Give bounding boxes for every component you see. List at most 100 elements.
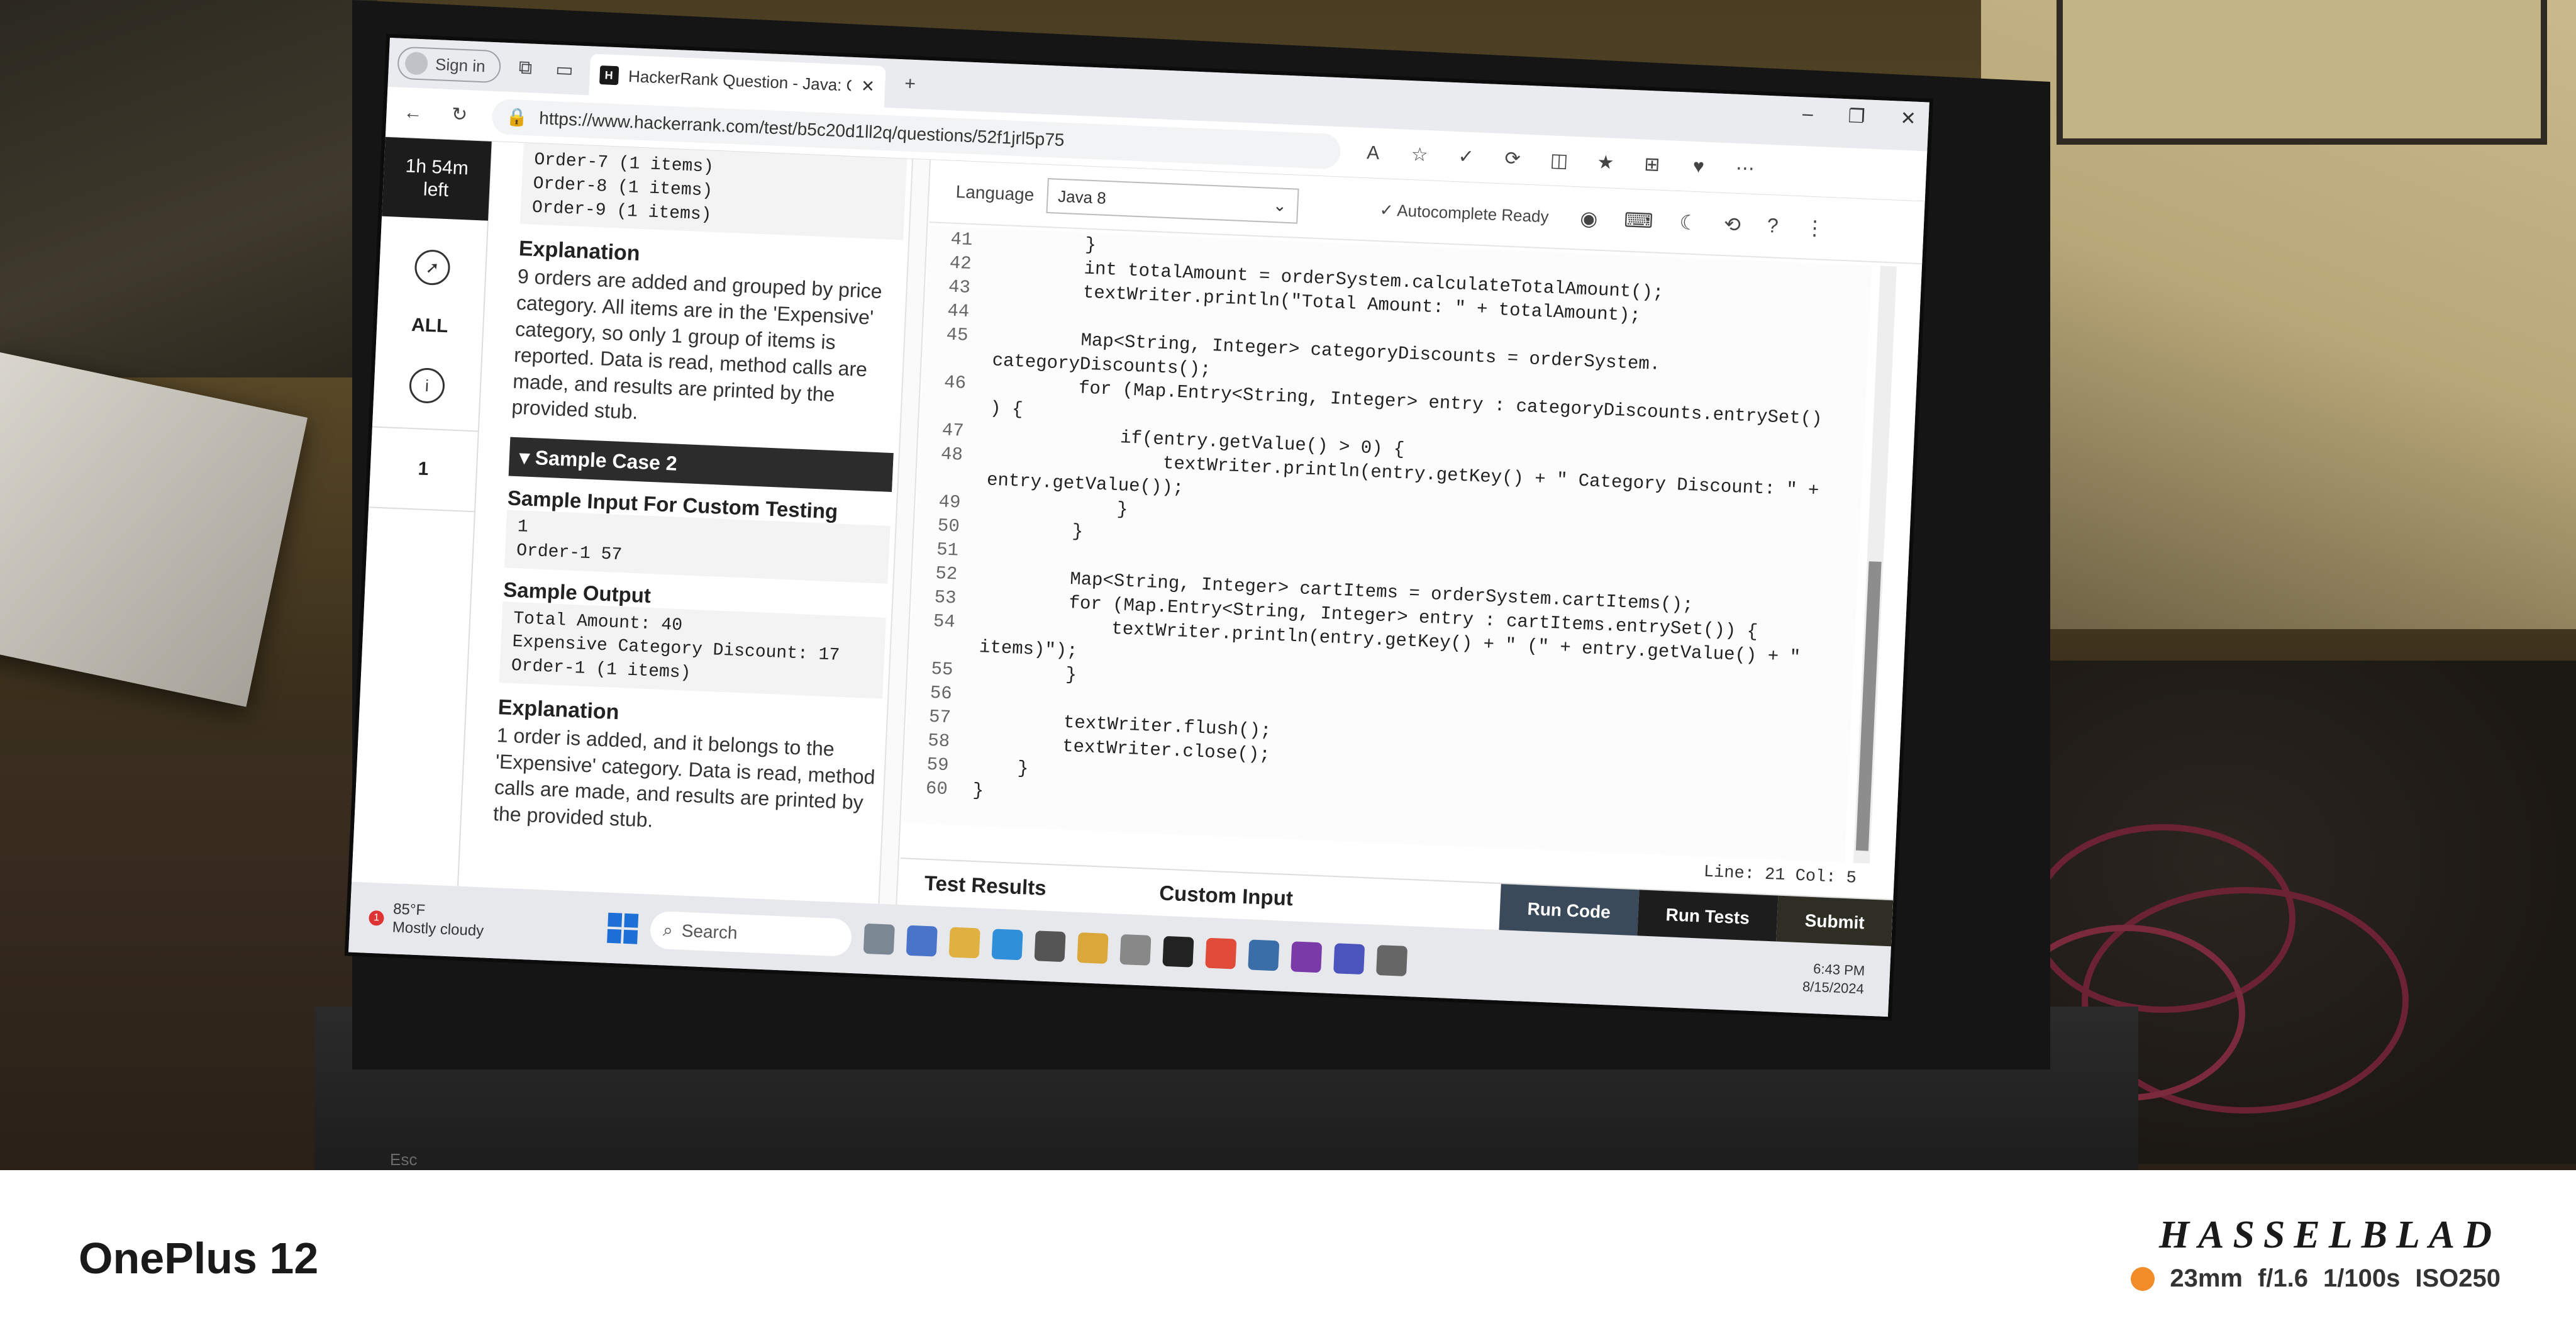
clock-date: 8/15/2024 bbox=[1802, 978, 1865, 997]
extension-icon[interactable]: ✓ bbox=[1452, 142, 1480, 171]
taskbar-search[interactable]: ⌕ Search bbox=[649, 910, 853, 957]
new-tab-icon[interactable]: + bbox=[896, 70, 924, 99]
collections-icon[interactable]: ⊞ bbox=[1638, 150, 1667, 179]
split-screen-icon[interactable]: ◫ bbox=[1545, 147, 1574, 176]
sample-case-2-toggle[interactable]: ▾ Sample Case 2 bbox=[508, 437, 894, 493]
line-number: 43 bbox=[948, 276, 971, 298]
orange-dot-icon bbox=[2131, 1266, 2155, 1291]
restore-icon[interactable]: ❐ bbox=[1848, 105, 1865, 128]
line-number: 51 bbox=[936, 539, 959, 561]
language-value: Java 8 bbox=[1057, 186, 1107, 208]
file-explorer-icon[interactable] bbox=[948, 927, 980, 959]
custom-input-tab[interactable]: Custom Input bbox=[1159, 881, 1294, 910]
favorites-icon[interactable]: ★ bbox=[1591, 148, 1620, 177]
notepad-icon[interactable] bbox=[1376, 945, 1408, 976]
shutter-speed: 1/100s bbox=[2323, 1265, 2401, 1292]
refresh-icon[interactable]: ↻ bbox=[445, 100, 474, 129]
more-vertical-icon[interactable]: ⋮ bbox=[1804, 215, 1826, 240]
refresh-ext-icon[interactable]: ⟳ bbox=[1498, 145, 1527, 174]
eye-icon[interactable]: ◉ bbox=[1580, 206, 1599, 231]
signin-label: Sign in bbox=[435, 54, 486, 75]
prev-output-box: Order-7 (1 items) Order-8 (1 items) Orde… bbox=[519, 143, 908, 240]
code-area[interactable]: 41 } 42 int totalAmount = orderSystem.cal… bbox=[902, 226, 1872, 863]
store-icon[interactable] bbox=[1034, 930, 1066, 963]
info-icon[interactable]: i bbox=[408, 367, 446, 405]
browser-essentials-icon[interactable]: ♥ bbox=[1684, 152, 1713, 181]
run-tests-button[interactable]: Run Tests bbox=[1637, 890, 1779, 943]
line-number: 55 bbox=[930, 658, 954, 680]
line-number: 46 bbox=[943, 371, 967, 394]
windows-start-icon[interactable] bbox=[607, 912, 639, 944]
keyboard-icon[interactable]: ⌨ bbox=[1623, 208, 1654, 233]
search-icon: ⌕ bbox=[662, 919, 674, 940]
system-clock[interactable]: 6:43 PM 8/15/2024 bbox=[1802, 960, 1865, 998]
temperature: 85°F bbox=[392, 900, 426, 919]
line-number bbox=[921, 405, 990, 408]
app-icon[interactable] bbox=[1162, 935, 1194, 968]
back-icon[interactable]: ← bbox=[399, 98, 428, 127]
line-number: 44 bbox=[947, 300, 970, 322]
taskbar-app-icon[interactable] bbox=[863, 923, 895, 955]
window-frame bbox=[2057, 0, 2547, 145]
cursor-position: Line: 21 Col: 5 bbox=[1703, 863, 1857, 888]
line-number: 49 bbox=[938, 491, 962, 513]
sample-case-title: Sample Case 2 bbox=[535, 446, 678, 475]
autocomplete-status: ✓ Autocomplete Ready bbox=[1379, 199, 1550, 226]
line-number: 42 bbox=[949, 252, 972, 274]
minimize-icon[interactable]: – bbox=[1802, 103, 1813, 126]
problem-panel: Order-7 (1 items) Order-8 (1 items) Orde… bbox=[471, 142, 908, 904]
submit-button[interactable]: Submit bbox=[1776, 895, 1894, 948]
chevron-down-icon: ⌄ bbox=[1272, 195, 1287, 215]
more-menu-icon[interactable]: ⋯ bbox=[1731, 154, 1760, 183]
explanation-text: 9 orders are added and grouped by price … bbox=[511, 265, 883, 424]
weather-text: 85°F Mostly cloudy bbox=[392, 901, 485, 941]
read-aloud-icon[interactable]: A bbox=[1358, 138, 1387, 167]
editor-tools: ◉ ⌨ ☾ ⟲ ? ⋮ bbox=[1580, 206, 1826, 240]
compass-icon[interactable]: ➚ bbox=[414, 249, 451, 286]
code-text: } bbox=[973, 756, 1030, 779]
code-text: } bbox=[972, 779, 984, 801]
language-label: Language bbox=[955, 181, 1035, 205]
test-results-tab[interactable]: Test Results bbox=[924, 871, 1046, 900]
language-select[interactable]: Java 8 ⌄ bbox=[1045, 177, 1299, 224]
line-number: 54 bbox=[933, 610, 956, 632]
weather-widget[interactable]: 1 85°F Mostly cloudy bbox=[368, 900, 596, 946]
code-text: } bbox=[977, 660, 1077, 686]
history-icon[interactable]: ⟲ bbox=[1723, 212, 1741, 237]
favorite-star-icon[interactable]: ☆ bbox=[1405, 140, 1434, 169]
hackerrank-favicon-icon: H bbox=[599, 65, 619, 86]
scrollbar-thumb[interactable] bbox=[1855, 561, 1882, 851]
line-number: 59 bbox=[926, 754, 950, 776]
run-code-button[interactable]: Run Code bbox=[1499, 884, 1640, 937]
line-number: 53 bbox=[934, 586, 957, 608]
folder-icon[interactable] bbox=[1077, 932, 1109, 964]
weather-alert-badge: 1 bbox=[368, 910, 385, 926]
chrome-icon[interactable] bbox=[1205, 937, 1237, 969]
device-name: OnePlus 12 bbox=[79, 1234, 319, 1283]
dark-mode-icon[interactable]: ☾ bbox=[1679, 210, 1698, 235]
line-number: 52 bbox=[935, 562, 958, 585]
edge-browser-icon[interactable] bbox=[991, 929, 1023, 961]
line-number: 47 bbox=[941, 419, 965, 442]
window-controls: – ❐ ✕ bbox=[1802, 103, 1916, 130]
close-window-icon[interactable]: ✕ bbox=[1900, 108, 1917, 130]
onenote-icon[interactable] bbox=[1291, 941, 1323, 973]
teams-icon[interactable] bbox=[1333, 943, 1365, 975]
hasselblad-logo: HASSELBLAD bbox=[2158, 1214, 2501, 1256]
teams-meet-icon[interactable] bbox=[906, 925, 938, 957]
workspaces-icon[interactable]: ⧉ bbox=[511, 53, 540, 82]
close-tab-icon[interactable]: ✕ bbox=[860, 76, 875, 96]
help-icon[interactable]: ? bbox=[1767, 214, 1779, 238]
code-editor-panel: Language Java 8 ⌄ ✓ Autocomplete Ready ◉… bbox=[898, 160, 1925, 948]
line-number: 45 bbox=[945, 323, 969, 346]
code-text: } bbox=[984, 516, 1084, 542]
outlook-icon[interactable] bbox=[1248, 939, 1280, 971]
line-number: 50 bbox=[937, 515, 960, 537]
question-number-button[interactable]: 1 bbox=[368, 426, 479, 513]
all-questions-button[interactable]: ALL bbox=[411, 315, 448, 337]
tab-title: HackerRank Question - Java: Orc bbox=[628, 66, 852, 96]
signin-button[interactable]: Sign in bbox=[397, 46, 501, 84]
snipping-tool-icon[interactable] bbox=[1119, 934, 1152, 966]
time-left-badge: 1h 54m left bbox=[381, 137, 492, 221]
tab-actions-icon[interactable]: ▭ bbox=[550, 55, 579, 84]
